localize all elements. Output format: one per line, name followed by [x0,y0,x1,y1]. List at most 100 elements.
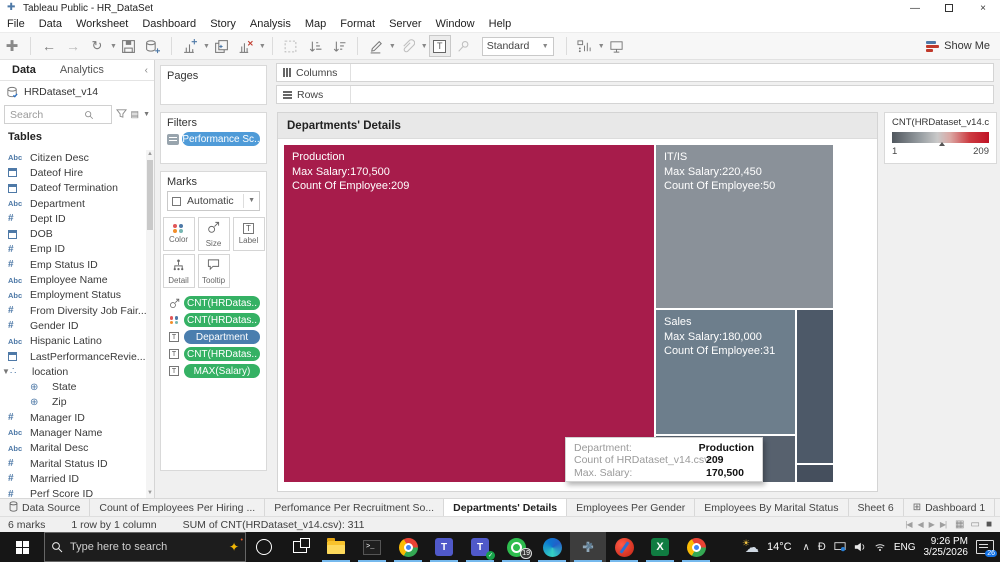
field-list-scrollbar[interactable]: ▲ ▼ [146,150,154,498]
taskbar-search[interactable]: Type here to search ✦ [44,532,246,562]
chevron-down-icon[interactable]: ▼ [389,43,396,50]
field-zip[interactable]: ⊕ Zip [0,395,148,410]
text-label-icon[interactable]: T [428,35,451,57]
tab-data-source[interactable]: Data Source [0,499,91,516]
tab-employees-per-gender[interactable]: Employees Per Gender [567,499,696,516]
menu-format[interactable]: Format [333,18,382,30]
menu-data[interactable]: Data [32,18,69,30]
close-button[interactable]: × [966,0,1000,16]
scrollbar-thumb[interactable] [147,160,153,230]
mark-button-label[interactable]: T Label [232,217,265,251]
treemap-node-dept-block-6[interactable] [797,465,833,482]
notification-center-icon[interactable]: 26 [976,540,997,557]
file-explorer-taskbar-button[interactable] [318,532,354,562]
menu-map[interactable]: Map [298,18,333,30]
field-hispanic-latino[interactable]: Abc Hispanic Latino [0,334,148,349]
pill-cnt-hrdatas[interactable]: CNT(HRDatas.. [184,347,260,361]
duplicate-icon[interactable] [211,35,233,57]
first-sheet-icon[interactable]: |◀ [905,520,912,529]
field-dept-id[interactable]: # Dept ID [0,211,148,226]
cast-screen-icon[interactable] [834,541,846,553]
field-employment-status[interactable]: Abc Employment Status [0,288,148,303]
fit-mode-select[interactable]: Standard ▼ [481,36,554,56]
filter-fields-icon[interactable] [115,108,127,122]
menu-file[interactable]: File [0,18,32,30]
tab-employees-by-marital-status[interactable]: Employees By Marital Status [695,499,849,516]
tab-story-1[interactable]: ◫Story 1 [995,499,1000,516]
field-emp-id[interactable]: # Emp ID [0,242,148,257]
mark-button-color[interactable]: Color [162,217,195,251]
forward-icon[interactable]: → [62,35,84,57]
treemap-node-sales[interactable]: Sales Max Salary:180,000 Count Of Employee… [656,310,795,434]
field-gender-id[interactable]: # Gender ID [0,318,148,333]
text-mark-icon[interactable]: T [167,366,181,376]
onedrive-icon[interactable]: Đ [818,541,826,553]
save-icon[interactable] [118,35,140,57]
menu-server[interactable]: Server [382,18,428,30]
field-employee-name[interactable]: Abc Employee Name [0,272,148,287]
field-marital-status-id[interactable]: # Marital Status ID [0,456,148,471]
tab-departments-details[interactable]: Departments' Details [444,499,568,516]
filmstrip-icon[interactable]: ▭ [971,519,980,530]
pin-icon[interactable] [453,35,475,57]
tab-dashboard-1[interactable]: ⊞ Dashboard 1 [904,499,996,516]
tab-sheet-6[interactable]: Sheet 6 [849,499,904,516]
terminal-taskbar-button[interactable]: >_ [354,532,390,562]
language-indicator[interactable]: ENG [894,542,916,553]
treemap-node-production[interactable]: Production Max Salary:170,500 Count Of Emp… [284,145,654,482]
treemap-node-it-is[interactable]: IT/IS Max Salary:220,450 Count Of Employee… [656,145,833,308]
excel-taskbar-button[interactable]: X [642,532,678,562]
presentation-mode-icon[interactable] [606,35,628,57]
chrome-2-taskbar-button[interactable] [678,532,714,562]
show-tabs-icon[interactable]: ■ [986,519,992,530]
show-me-button[interactable]: Show Me [926,40,990,52]
text-mark-icon[interactable]: T [167,332,181,342]
edge-taskbar-button[interactable] [534,532,570,562]
field-manager-id[interactable]: # Manager ID [0,410,148,425]
next-sheet-icon[interactable]: ▶ [929,520,935,529]
field-location[interactable]: ▼ ∴ location [0,364,148,379]
chevron-down-icon[interactable]: ▼ [421,43,428,50]
legend-gradient[interactable] [892,132,989,146]
field-perf-score-id[interactable]: # Perf Score ID [0,487,148,498]
scroll-down-icon[interactable]: ▼ [146,489,154,498]
chevron-down-icon[interactable]: ▼ [110,43,117,50]
whatsapp-taskbar-button[interactable]: 19 [498,532,534,562]
previous-sheet-icon[interactable]: ◀ [918,520,924,529]
back-icon[interactable]: ← [38,35,60,57]
last-sheet-icon[interactable]: ▶| [940,520,947,529]
menu-analysis[interactable]: Analysis [243,18,298,30]
mark-button-detail[interactable]: Detail [162,254,195,288]
field-from-diversity-job-fair[interactable]: # From Diversity Job Fair... [0,303,148,318]
menu-window[interactable]: Window [429,18,482,30]
sort-ascending-icon[interactable] [304,35,326,57]
speaker-icon[interactable] [854,541,866,553]
minimize-button[interactable]: — [898,0,932,16]
chevron-down-icon[interactable]: ▼ [598,43,605,50]
tableau-taskbar-button[interactable]: ✚ ✚ [570,532,606,562]
start-button[interactable] [0,532,44,562]
cortana-button[interactable] [246,532,282,562]
field-marital-desc[interactable]: Abc Marital Desc [0,441,148,456]
field-citizen-desc[interactable]: Abc Citizen Desc [0,150,148,165]
tab-count-of-employees-per-hiring[interactable]: Count of Employees Per Hiring ... [90,499,266,516]
field-married-id[interactable]: # Married ID [0,471,148,486]
tab-perfomance-per-recruitment-so[interactable]: Perfomance Per Recruitment So... [265,499,445,516]
chrome-taskbar-button[interactable] [390,532,426,562]
color-legend-card[interactable]: CNT(HRDataset_v14.c... 1 209 [884,112,997,164]
field-lastperformancerevie[interactable]: LastPerformanceRevie... [0,349,148,364]
rows-shelf[interactable]: Rows [276,85,994,104]
collapse-pane-icon[interactable]: ‹ [145,65,148,76]
mark-button-tooltip[interactable]: Tooltip [197,254,230,288]
field-dob[interactable]: DOB [0,226,148,241]
field-dateof-termination[interactable]: Dateof Termination [0,181,148,196]
columns-shelf[interactable]: Columns [276,63,994,82]
color-mark-icon[interactable] [167,316,181,324]
chevron-down-icon[interactable]: ▼ [259,43,266,50]
show-mark-labels-icon[interactable] [574,35,596,57]
field-state[interactable]: ⊕ State [0,379,148,394]
menu-dashboard[interactable]: Dashboard [135,18,203,30]
task-view-button[interactable] [282,532,318,562]
sort-descending-icon[interactable] [328,35,350,57]
search-input[interactable] [10,108,84,121]
